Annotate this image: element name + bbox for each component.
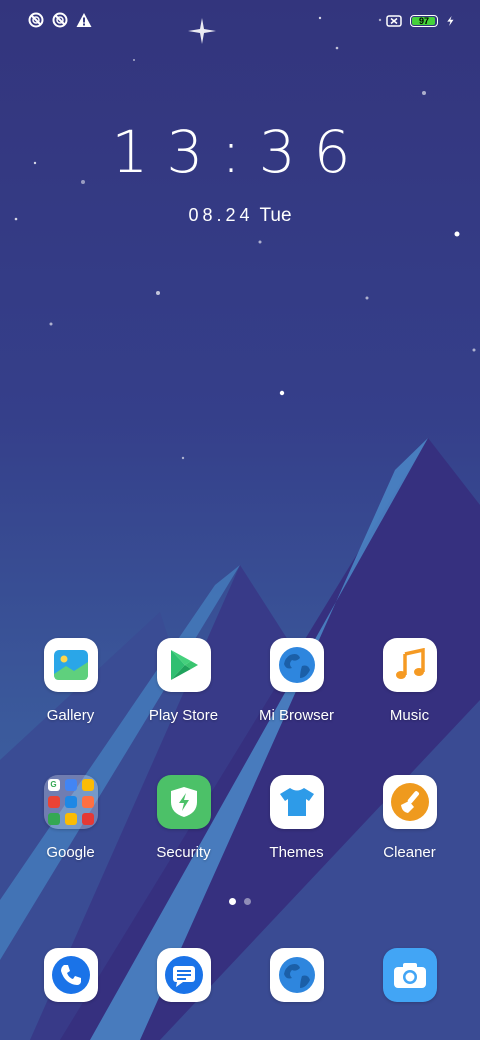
- warning-icon: [76, 13, 92, 27]
- app-label: Mi Browser: [258, 707, 334, 724]
- themes-icon: [269, 775, 324, 829]
- page-dot-2[interactable]: [244, 898, 251, 905]
- date-text: 08.24: [188, 205, 254, 225]
- dock-browser[interactable]: [240, 948, 353, 1002]
- status-bar: 97: [0, 10, 480, 34]
- app-mi-browser[interactable]: Mi Browser: [240, 638, 353, 724]
- battery-indicator: 97: [410, 15, 438, 27]
- play-store-icon: [156, 638, 211, 692]
- music-icon: [382, 638, 437, 692]
- google-icon: G: [47, 779, 60, 791]
- drive-icon: [64, 796, 77, 808]
- circle-slash-icon: [28, 12, 44, 28]
- phone-icon: [43, 948, 98, 1002]
- app-music[interactable]: Music: [353, 638, 466, 724]
- security-icon: [156, 775, 211, 829]
- clock-date[interactable]: 08.24 Tue: [0, 205, 480, 227]
- page-dot-1[interactable]: [229, 898, 236, 905]
- day-text: Tue: [259, 205, 292, 226]
- circle-slash-icon: [52, 12, 68, 28]
- status-right-icons: 97: [386, 13, 456, 29]
- no-sim-icon: [386, 15, 402, 27]
- app-security[interactable]: Security: [127, 775, 240, 861]
- battery-percent: 97: [418, 16, 429, 26]
- app-label: Cleaner: [383, 844, 436, 861]
- app-cleaner[interactable]: Cleaner: [353, 775, 466, 861]
- app-label: Themes: [269, 844, 324, 861]
- app-label: Security: [156, 844, 211, 861]
- meet-icon: [47, 813, 60, 825]
- app-label: Music: [389, 707, 430, 724]
- browser-icon: [269, 948, 324, 1002]
- dock-messages[interactable]: [127, 948, 240, 1002]
- messages-icon: [156, 948, 211, 1002]
- camera-icon: [382, 948, 437, 1002]
- app-label: Gallery: [46, 707, 95, 724]
- browser-icon: [269, 638, 324, 692]
- maps-icon: [81, 779, 94, 791]
- clock-time[interactable]: 13:36: [0, 118, 480, 186]
- google-folder-icon: G: [43, 775, 98, 829]
- app-label: Google: [46, 844, 95, 861]
- pinwheel-icon: [81, 813, 94, 825]
- gallery-icon: [43, 638, 98, 692]
- photos-icon: [64, 813, 77, 825]
- charging-bolt-icon: [447, 16, 454, 26]
- app-gallery[interactable]: Gallery: [14, 638, 127, 724]
- chrome-icon: [64, 779, 77, 791]
- stars: [14, 16, 476, 460]
- play-music-icon: [81, 796, 94, 808]
- app-label: Play Store: [148, 707, 219, 724]
- app-themes[interactable]: Themes: [240, 775, 353, 861]
- app-play-store[interactable]: Play Store: [127, 638, 240, 724]
- youtube-icon: [47, 796, 60, 808]
- cleaner-icon: [382, 775, 437, 829]
- dock-camera[interactable]: [353, 948, 466, 1002]
- page-indicator[interactable]: [0, 898, 480, 905]
- dock-phone[interactable]: [14, 948, 127, 1002]
- app-google-folder[interactable]: G Google: [14, 775, 127, 861]
- status-left-icons: [28, 12, 92, 28]
